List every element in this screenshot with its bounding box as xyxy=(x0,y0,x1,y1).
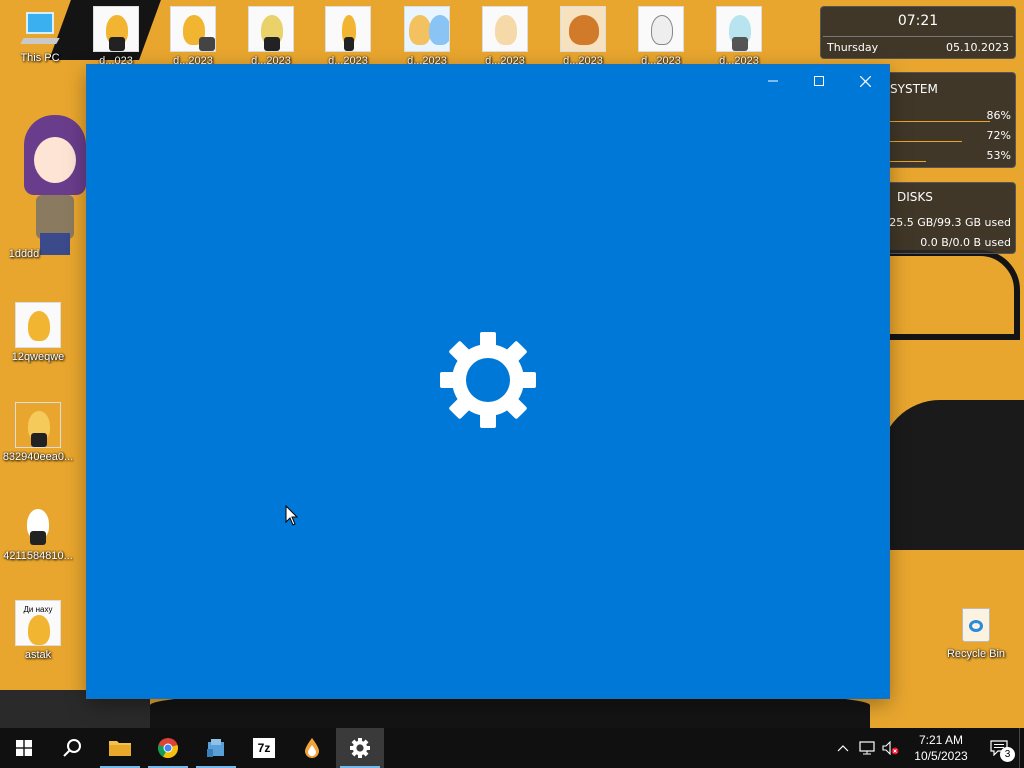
trash-icon xyxy=(959,604,993,644)
drop-icon xyxy=(305,738,319,758)
settings-taskbar-button[interactable] xyxy=(336,728,384,768)
taskbar-clock[interactable]: 7:21 AM 10/5/2023 xyxy=(903,732,979,764)
this-pc-icon[interactable]: This PC xyxy=(4,8,76,65)
chrome-icon xyxy=(158,738,178,759)
desktop-file-icon[interactable]: 4211584810... xyxy=(2,501,74,563)
desktop-file-icon[interactable]: d...2023 xyxy=(312,6,384,68)
network-icon[interactable] xyxy=(855,728,879,768)
maximize-button[interactable] xyxy=(796,65,842,97)
volume-muted-icon[interactable] xyxy=(879,728,903,768)
gadget-date: 05.10.2023 xyxy=(946,41,1009,54)
disks-line: 0.0 B/0.0 B used xyxy=(920,236,1011,249)
chrome-button[interactable] xyxy=(144,728,192,768)
chevron-up-icon[interactable] xyxy=(831,728,855,768)
anime-girl-sticker xyxy=(18,115,90,265)
taskbar: 7z 7:21 AM 10/5/2023 3 xyxy=(0,728,1024,768)
mouse-cursor xyxy=(285,504,299,526)
7z-icon: 7z xyxy=(253,738,275,758)
desktop-file-icon[interactable]: d...023 xyxy=(80,6,152,68)
computer-icon xyxy=(20,8,60,48)
desktop-file-icon[interactable]: d...2023 xyxy=(469,6,541,68)
desktop-file-icon[interactable]: d...2023 xyxy=(547,6,619,68)
close-button[interactable] xyxy=(842,65,888,97)
gadget-time: 07:21 xyxy=(897,13,939,29)
desktop-file-icon[interactable]: 832940eea0... xyxy=(2,402,74,464)
search-button[interactable] xyxy=(48,728,96,768)
gear-icon xyxy=(438,330,538,430)
desktop-file-icon[interactable]: d...2023 xyxy=(157,6,229,68)
disks-line: 25.5 GB/99.3 GB used xyxy=(889,216,1011,229)
app-tool-button[interactable] xyxy=(192,728,240,768)
desktop-file-icon[interactable]: 12qweqwe xyxy=(2,302,74,364)
file-explorer-button[interactable] xyxy=(96,728,144,768)
settings-window[interactable] xyxy=(87,65,889,698)
system-value: 53% xyxy=(986,149,1011,162)
gadget-day: Thursday xyxy=(827,41,879,54)
folder-icon xyxy=(109,741,131,756)
desktop-file-icon[interactable]: Ди наху astak xyxy=(2,600,74,662)
start-button[interactable] xyxy=(0,728,48,768)
system-tray: 7:21 AM 10/5/2023 3 xyxy=(831,728,1024,768)
desktop-file-icon[interactable]: 1dddd xyxy=(2,248,74,261)
notification-center-button[interactable]: 3 xyxy=(979,728,1019,768)
disks-title: DISKS xyxy=(897,190,933,204)
system-title: SYSTEM xyxy=(890,82,938,96)
system-value: 86% xyxy=(986,109,1011,122)
desktop-file-icon[interactable]: d...2023 xyxy=(625,6,697,68)
show-desktop-button[interactable] xyxy=(1019,728,1024,768)
drop-app-button[interactable] xyxy=(288,728,336,768)
system-value: 72% xyxy=(986,129,1011,142)
minimize-button[interactable] xyxy=(750,65,796,97)
desktop-file-icon[interactable]: d...2023 xyxy=(703,6,775,68)
windows-logo-icon xyxy=(16,740,32,756)
7zip-button[interactable]: 7z xyxy=(240,728,288,768)
gear-icon xyxy=(350,738,370,758)
recycle-bin-icon[interactable]: Recycle Bin xyxy=(940,604,1012,660)
desktop-file-icon[interactable]: d...2023 xyxy=(235,6,307,68)
clock-gadget: 07:21 Thursday 05.10.2023 xyxy=(820,6,1016,59)
desktop-file-icon[interactable]: d...2023 xyxy=(391,6,463,68)
notification-badge: 3 xyxy=(1000,747,1015,762)
tool-icon xyxy=(207,739,224,757)
search-icon xyxy=(63,739,81,757)
